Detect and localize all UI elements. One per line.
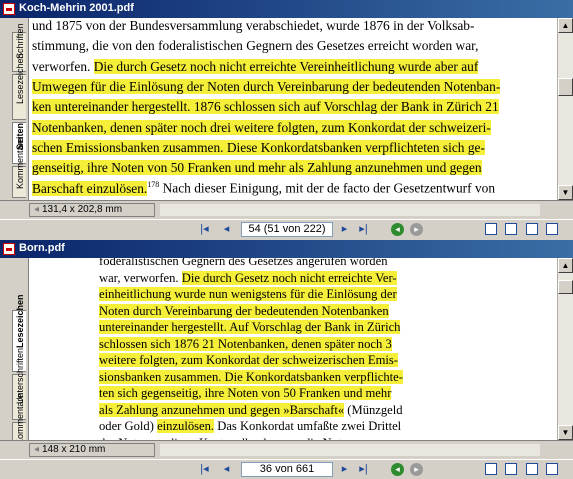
continuous-facing-icon[interactable] xyxy=(546,463,558,475)
text-line: Notenbanken, denen später noch drei weit… xyxy=(32,119,491,140)
horizontal-scrollbar[interactable] xyxy=(160,444,540,456)
top-side-tabs: Schriften Lesezeichen Seiten Kommentare xyxy=(0,18,29,200)
text-line: Umwegen für die Einlösung der Noten durc… xyxy=(32,78,501,99)
top-window-title: Koch-Mehrin 2001.pdf xyxy=(19,2,134,14)
top-document-page: und 1875 von der Bundesversammlung verab… xyxy=(29,18,558,200)
plain-text: stimmung, die von den foderalistischen G… xyxy=(32,38,479,54)
plain-text: foderalistischen Gegnern des Gesetzes an… xyxy=(99,258,388,268)
page-number: 54 xyxy=(248,223,261,235)
highlighted-text[interactable]: einzulösen. xyxy=(157,419,215,433)
scroll-thumb[interactable] xyxy=(558,78,573,96)
previous-page-icon[interactable]: ◂ xyxy=(220,463,233,476)
highlighted-text[interactable]: Noten durch Vereinbarung der bedeutenden… xyxy=(99,303,389,318)
page-info: (51 von 222) xyxy=(263,223,326,235)
text-line: und 1875 von der Bundesversammlung verab… xyxy=(32,18,474,38)
go-back-icon[interactable]: ◂ xyxy=(391,223,404,236)
plain-text: Nach dieser Einigung, mit der de facto d… xyxy=(159,180,496,196)
text-line: verworfen. Die durch Gesetz noch nicht e… xyxy=(32,58,479,79)
highlighted-text[interactable]: untereinander hergestellt. Auf Vorschlag… xyxy=(99,320,401,334)
arrow-icon: ◂ xyxy=(34,444,40,455)
pdf-icon xyxy=(3,243,15,255)
bottom-statusbar: ◂ 148 x 210 mm xyxy=(0,440,573,460)
facing-icon[interactable] xyxy=(526,223,538,235)
continuous-facing-icon[interactable] xyxy=(546,223,558,235)
go-back-icon[interactable]: ◂ xyxy=(391,463,404,476)
page-size-readout: ◂ 131,4 x 202,8 mm xyxy=(29,203,155,217)
plain-text: oder Gold) xyxy=(99,419,158,433)
first-page-icon[interactable]: |◂ xyxy=(198,223,211,236)
bottom-navbar: |◂ ◂ 36 von 661 ▸ ▸| ◂ ▸ xyxy=(0,459,573,479)
bottom-titlebar[interactable]: Born.pdf xyxy=(0,240,573,258)
text-line: stimmung, die von den foderalistischen G… xyxy=(32,38,478,58)
bottom-side-tabs: Lesezeichen Unterschriften Kommentare xyxy=(0,258,29,454)
facing-icon[interactable] xyxy=(526,463,538,475)
tab-label: Kommentare xyxy=(15,137,25,189)
plain-text: Das Konkordat umfaßte zwei Drittel xyxy=(214,419,402,433)
highlighted-text[interactable]: ten sich gegenseitig, ihre Noten von 50 … xyxy=(99,386,392,400)
top-statusbar: ◂ 131,4 x 202,8 mm xyxy=(0,200,573,220)
text-line: schen Emissionsbanken zusammen. Diese Ko… xyxy=(32,139,485,160)
highlighted-text[interactable]: Notenbanken, denen später noch drei weit… xyxy=(32,119,491,135)
plain-text: (Münzgeld xyxy=(344,402,403,417)
footnote-marker[interactable]: 178 xyxy=(147,180,159,189)
arrow-icon: ◂ xyxy=(34,204,40,215)
horizontal-scrollbar[interactable] xyxy=(160,204,540,216)
page-size-value: 131,4 x 202,8 mm xyxy=(42,204,123,215)
highlighted-text[interactable]: Barschaft einzulösen. xyxy=(32,180,148,196)
previous-page-icon[interactable]: ◂ xyxy=(220,223,233,236)
scroll-thumb[interactable] xyxy=(558,280,573,294)
highlighted-text[interactable]: ken untereinander hergestellt. 1876 schl… xyxy=(32,99,499,115)
highlighted-text[interactable]: Die durch Gesetz noch nicht erreichte Ve… xyxy=(93,58,479,74)
highlighted-text[interactable]: einheitlichung wurde nun wenigstens für … xyxy=(99,287,397,301)
plain-text: und 1875 von der Bundesversammlung verab… xyxy=(32,18,475,33)
single-page-icon[interactable] xyxy=(485,223,497,235)
last-page-icon[interactable]: ▸| xyxy=(357,223,370,236)
bottom-vertical-scrollbar[interactable]: ▲ ▼ xyxy=(557,258,573,440)
go-forward-icon[interactable]: ▸ xyxy=(410,463,423,476)
tab-lesezeichen[interactable]: Lesezeichen xyxy=(12,53,26,120)
bottom-document-page: foderalistischen Gegnern des Gesetzes an… xyxy=(29,258,558,440)
scroll-down-button[interactable]: ▼ xyxy=(558,425,573,440)
top-document-window: Koch-Mehrin 2001.pdf Schriften Lesezeich… xyxy=(0,0,573,239)
text-line: ken untereinander hergestellt. 1876 schl… xyxy=(32,99,499,119)
text-line: genseitig, ihre Noten von 50 Franken und… xyxy=(32,160,482,180)
tab-label: Lesezeichen xyxy=(15,294,25,348)
highlighted-text[interactable]: weitere folgten, zum Konkordat der schwe… xyxy=(99,353,398,367)
go-forward-icon[interactable]: ▸ xyxy=(410,223,423,236)
page-size-readout: ◂ 148 x 210 mm xyxy=(29,443,155,457)
page-number: 36 von 661 xyxy=(259,463,315,475)
highlighted-text[interactable]: Die durch Gesetz noch nicht erreichte Ve… xyxy=(181,270,397,285)
tab-kommentare[interactable]: Kommentare xyxy=(12,137,26,198)
highlighted-text[interactable]: genseitig, ihre Noten von 50 Franken und… xyxy=(32,160,482,176)
scroll-up-button[interactable]: ▲ xyxy=(558,18,573,33)
scroll-up-button[interactable]: ▲ xyxy=(558,258,573,273)
highlighted-text[interactable]: sionsbanken zusammen. Die Konkordatsbank… xyxy=(99,369,403,384)
top-navbar: |◂ ◂ 54 (51 von 222) ▸ ▸| ◂ ▸ xyxy=(0,219,573,239)
highlighted-text[interactable]: Umwegen für die Einlösung der Noten durc… xyxy=(32,78,501,94)
first-page-icon[interactable]: |◂ xyxy=(198,463,211,476)
top-titlebar[interactable]: Koch-Mehrin 2001.pdf xyxy=(0,0,573,18)
highlighted-text[interactable]: schlossen sich 1876 21 Notenbanken, dene… xyxy=(99,336,392,351)
highlighted-text[interactable]: als Zahlung anzunehmen und gegen »Barsch… xyxy=(99,402,345,417)
continuous-icon[interactable] xyxy=(505,223,517,235)
scroll-down-button[interactable]: ▼ xyxy=(558,185,573,200)
text-line: Barschaft einzulösen.178 Nach dieser Ein… xyxy=(32,180,495,200)
page-number-field[interactable]: 54 (51 von 222) xyxy=(241,222,333,237)
plain-text: war, verworfen. xyxy=(99,270,182,285)
next-page-icon[interactable]: ▸ xyxy=(338,223,351,236)
bottom-document-window: Born.pdf Lesezeichen Unterschriften Komm… xyxy=(0,240,573,479)
tab-label: Lesezeichen xyxy=(15,53,25,104)
next-page-icon[interactable]: ▸ xyxy=(338,463,351,476)
last-page-icon[interactable]: ▸| xyxy=(357,463,370,476)
single-page-icon[interactable] xyxy=(485,463,497,475)
page-number-field[interactable]: 36 von 661 xyxy=(241,462,333,477)
bottom-window-title: Born.pdf xyxy=(19,242,65,254)
top-vertical-scrollbar[interactable]: ▲ ▼ xyxy=(557,18,573,200)
highlighted-text[interactable]: schen Emissionsbanken zusammen. Diese Ko… xyxy=(32,139,485,155)
page-size-value: 148 x 210 mm xyxy=(42,444,106,455)
pdf-icon xyxy=(3,3,15,15)
continuous-icon[interactable] xyxy=(505,463,517,475)
plain-text: verworfen. xyxy=(32,58,94,74)
